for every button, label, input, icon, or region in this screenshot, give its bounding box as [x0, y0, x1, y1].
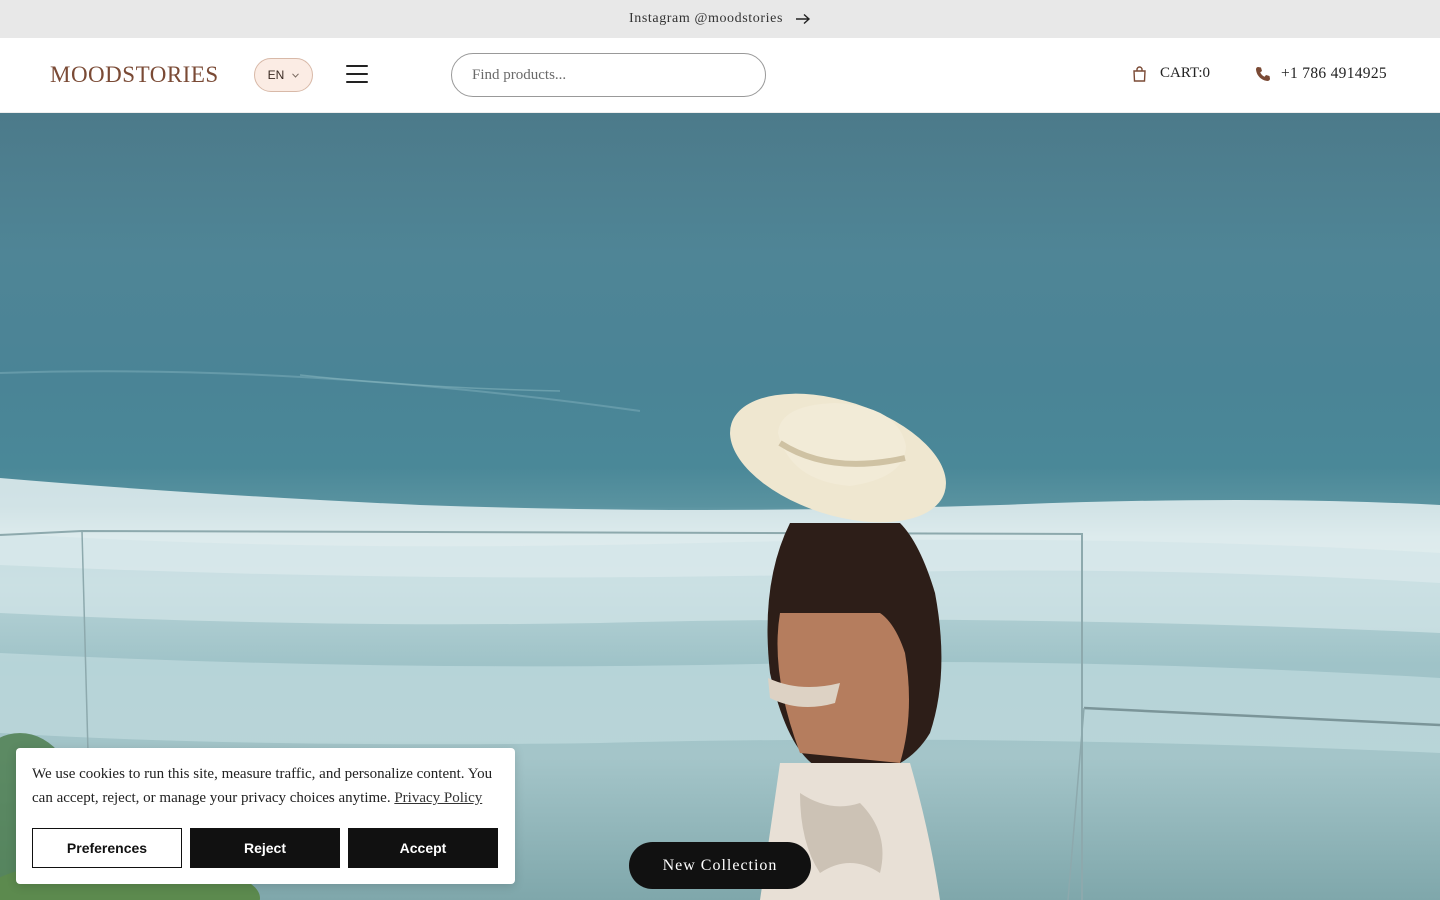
site-logo[interactable]: MOODSTORIES	[50, 62, 219, 88]
chevron-down-icon	[292, 72, 300, 78]
phone-link[interactable]: +1 786 4914925	[1255, 65, 1387, 83]
language-selector[interactable]: EN	[254, 58, 313, 92]
preferences-button[interactable]: Preferences	[32, 828, 182, 868]
cart-label: CART:0	[1160, 65, 1211, 81]
cookie-actions: Preferences Reject Accept	[32, 828, 498, 868]
accept-button[interactable]: Accept	[348, 828, 498, 868]
hamburger-menu-icon[interactable]	[346, 65, 368, 83]
arrow-right-icon	[796, 13, 811, 25]
phone-number: +1 786 4914925	[1281, 65, 1387, 82]
privacy-policy-link[interactable]: Privacy Policy	[394, 790, 482, 806]
site-header: MOODSTORIES EN CART:0 +1 786 4914925	[0, 38, 1440, 113]
cookie-banner: We use cookies to run this site, measure…	[16, 748, 515, 884]
announcement-bar[interactable]: Instagram @moodstories	[0, 0, 1440, 38]
phone-icon	[1256, 67, 1270, 81]
reject-button[interactable]: Reject	[190, 828, 340, 868]
cart-button[interactable]: CART:0	[1132, 65, 1210, 82]
language-label: EN	[267, 68, 285, 82]
announcement-text[interactable]: Instagram @moodstories	[629, 11, 783, 27]
new-collection-button[interactable]: New Collection	[629, 842, 811, 889]
search-input[interactable]	[451, 53, 766, 97]
shopping-bag-icon	[1133, 65, 1146, 82]
cookie-message: We use cookies to run this site, measure…	[32, 762, 499, 810]
